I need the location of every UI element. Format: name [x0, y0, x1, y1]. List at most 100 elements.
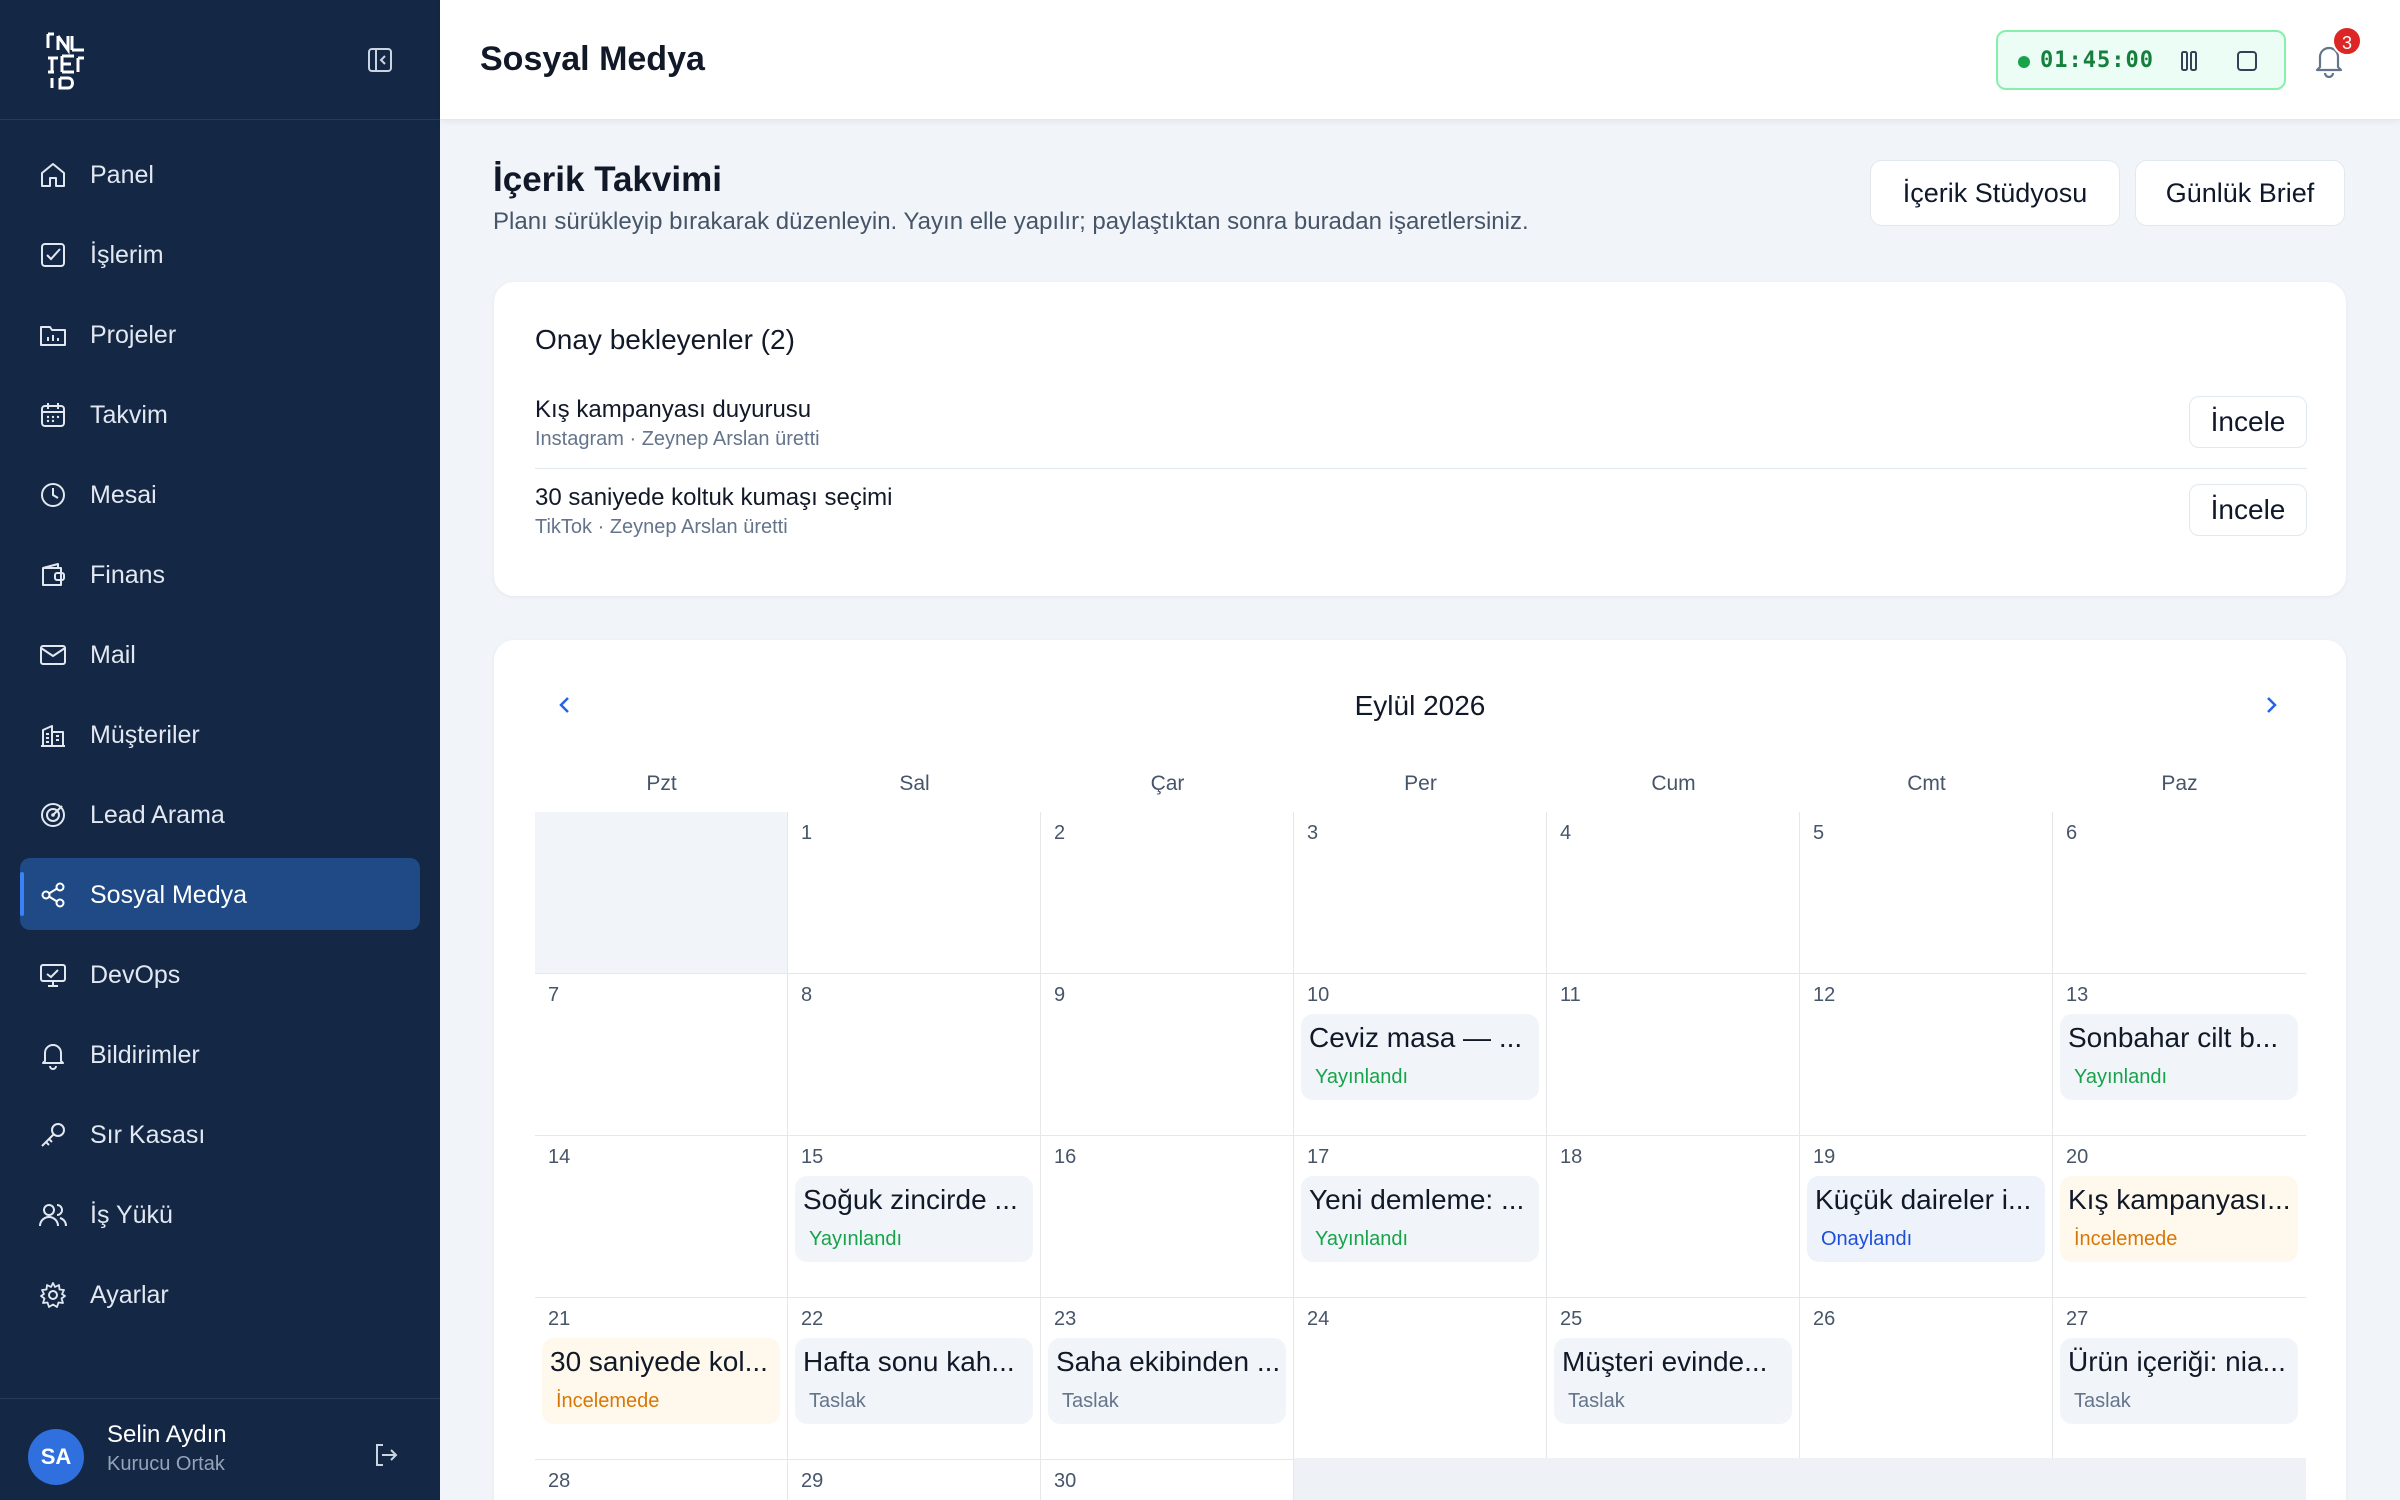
day-number: 23 — [1054, 1308, 1077, 1330]
day-number: 13 — [2066, 984, 2089, 1006]
page-subtitle: Planı sürükleyip bırakarak düzenleyin. Y… — [493, 208, 1529, 235]
calendar-day-cell[interactable]: 14 — [535, 1136, 788, 1298]
calendar-event[interactable]: Hafta sonu kah... Taslak — [795, 1338, 1033, 1424]
day-number: 1 — [801, 822, 813, 844]
event-status-badge: Onaylandı — [1821, 1228, 1913, 1250]
calendar-day-cell[interactable]: 7 — [535, 974, 788, 1136]
calendar-day-cell[interactable]: 5 — [1800, 812, 2053, 974]
event-title: Kış kampanyası... — [2068, 1184, 2291, 1215]
daily-brief-button[interactable]: Günlük Brief — [2135, 160, 2345, 226]
logout-icon[interactable] — [372, 1441, 400, 1469]
day-number: 25 — [1560, 1308, 1583, 1330]
calendar-day-cell[interactable]: 8 — [788, 974, 1041, 1136]
mail-icon — [40, 645, 66, 665]
calendar-day-cell[interactable]: 24 — [1294, 1298, 1547, 1460]
sidebar-item-sosyal-medya[interactable]: Sosyal Medya — [20, 858, 420, 930]
calendar-day-cell[interactable]: 1 — [788, 812, 1041, 974]
checkbox-icon — [41, 243, 65, 267]
calendar-day-cell[interactable]: 17 Yeni demleme: ... Yayınlandı — [1294, 1136, 1547, 1298]
calendar-event[interactable]: Ürün içeriği: nia... Taslak — [2060, 1338, 2298, 1424]
users-icon — [39, 1204, 67, 1227]
calendar-event[interactable]: Soğuk zincirde ... Yayınlandı — [795, 1176, 1033, 1262]
calendar-event[interactable]: Ceviz masa — ... Yayınlandı — [1301, 1014, 1539, 1100]
timer-value: 01:45:00 — [2040, 48, 2154, 73]
calendar-event[interactable]: Küçük daireler i... Onaylandı — [1807, 1176, 2045, 1262]
radar-icon — [41, 803, 65, 827]
calendar-day-cell[interactable]: 19 Küçük daireler i... Onaylandı — [1800, 1136, 2053, 1298]
calendar-event[interactable]: Yeni demleme: ... Yayınlandı — [1301, 1176, 1539, 1262]
calendar-day-cell[interactable]: 20 Kış kampanyası... İncelemede — [2053, 1136, 2306, 1298]
calendar-day-cell[interactable]: 13 Sonbahar cilt b... Yayınlandı — [2053, 974, 2306, 1136]
page-title: İçerik Takvimi — [493, 160, 722, 199]
sidebar: Panel İşlerim Projeler Takvim Mesai Fina… — [0, 0, 440, 1500]
event-status-badge: Yayınlandı — [2074, 1066, 2168, 1088]
event-status-badge: Taslak — [1062, 1390, 1119, 1412]
calendar-day-cell[interactable]: 27 Ürün içeriği: nia... Taslak — [2053, 1298, 2306, 1460]
sidebar-item-is-yuku[interactable]: İş Yükü — [20, 1178, 420, 1250]
calendar-day-cell[interactable]: 29 — [788, 1460, 1041, 1500]
sidebar-item-sir-kasasi[interactable]: Sır Kasası — [20, 1098, 420, 1170]
sidebar-item-mesai[interactable]: Mesai — [20, 458, 420, 530]
calendar-day-cell[interactable]: 16 — [1041, 1136, 1294, 1298]
calendar-day-cell[interactable]: 4 — [1547, 812, 1800, 974]
sidebar-item-lead-arama[interactable]: Lead Arama — [20, 778, 420, 850]
avatar[interactable]: SA — [28, 1429, 84, 1485]
sidebar-item-mail[interactable]: Mail — [20, 618, 420, 690]
sidebar-item-islerim[interactable]: İşlerim — [20, 218, 420, 290]
calendar-event[interactable]: Müşteri evinde... Taslak — [1554, 1338, 1792, 1424]
weekday-label: Paz — [2161, 772, 2198, 795]
day-number: 26 — [1813, 1308, 1836, 1330]
content-studio-button[interactable]: İçerik Stüdyosu — [1870, 160, 2120, 226]
building-icon — [41, 725, 65, 747]
approval-title: 30 saniyede koltuk kumaşı seçimi — [535, 484, 893, 511]
logo-icon — [46, 32, 84, 90]
sidebar-item-takvim[interactable]: Takvim — [20, 378, 420, 450]
user-role: Kurucu Ortak — [107, 1453, 225, 1475]
sidebar-collapse-icon[interactable] — [366, 46, 394, 74]
calendar-day-cell[interactable]: 11 — [1547, 974, 1800, 1136]
pending-approvals-card: Onay bekleyenler (2) Kış kampanyası duyu… — [494, 282, 2346, 596]
review-button[interactable]: İncele — [2189, 484, 2307, 536]
sidebar-item-devops[interactable]: DevOps — [20, 938, 420, 1010]
sidebar-item-finans[interactable]: Finans — [20, 538, 420, 610]
weekday-label: Cmt — [1907, 772, 1946, 795]
calendar-day-cell[interactable]: 23 Saha ekibinden ... Taslak — [1041, 1298, 1294, 1460]
calendar-day-cell[interactable]: 12 — [1800, 974, 2053, 1136]
sidebar-item-label: Projeler — [90, 321, 177, 349]
calendar-event[interactable]: Sonbahar cilt b... Yayınlandı — [2060, 1014, 2298, 1100]
calendar-day-cell[interactable]: 28 — [535, 1460, 788, 1500]
sidebar-item-ayarlar[interactable]: Ayarlar — [20, 1258, 420, 1330]
calendar-day-cell[interactable]: 15 Soğuk zincirde ... Yayınlandı — [788, 1136, 1041, 1298]
calendar-icon — [41, 403, 65, 427]
calendar-day-cell[interactable]: 30 — [1041, 1460, 1294, 1500]
calendar-day-cell[interactable]: 26 — [1800, 1298, 2053, 1460]
calendar-day-cell[interactable]: 25 Müşteri evinde... Taslak — [1547, 1298, 1800, 1460]
calendar-event[interactable]: Kış kampanyası... İncelemede — [2060, 1176, 2298, 1262]
sidebar-item-panel[interactable]: Panel — [20, 138, 420, 210]
home-icon — [41, 163, 65, 187]
stop-icon[interactable] — [2234, 48, 2260, 74]
content-calendar-card: Eylül 2026 Pzt Sal Çar Per Cum Cmt Paz 1234567… — [494, 640, 2346, 1500]
calendar-day-cell[interactable]: 2 — [1041, 812, 1294, 974]
event-title: Saha ekibinden ... — [1056, 1346, 1281, 1377]
chevron-right-icon[interactable] — [2258, 692, 2284, 718]
calendar-event[interactable]: 30 saniyede kol... İncelemede — [542, 1338, 780, 1424]
calendar-day-cell[interactable]: 6 — [2053, 812, 2306, 974]
sidebar-item-label: Panel — [90, 161, 154, 189]
day-number: 22 — [801, 1308, 824, 1330]
review-button[interactable]: İncele — [2189, 396, 2307, 448]
sidebar-item-musteriler[interactable]: Müşteriler — [20, 698, 420, 770]
calendar-month-title: Eylül 2026 — [1354, 690, 1486, 721]
calendar-day-cell[interactable]: 9 — [1041, 974, 1294, 1136]
calendar-day-cell[interactable]: 10 Ceviz masa — ... Yayınlandı — [1294, 974, 1547, 1136]
sidebar-item-bildirimler[interactable]: Bildirimler — [20, 1018, 420, 1090]
day-number: 7 — [548, 984, 560, 1006]
calendar-day-cell[interactable]: 22 Hafta sonu kah... Taslak — [788, 1298, 1041, 1460]
calendar-day-cell[interactable]: 21 30 saniyede kol... İncelemede — [535, 1298, 788, 1460]
pause-icon[interactable] — [2176, 48, 2202, 74]
calendar-day-cell[interactable]: 3 — [1294, 812, 1547, 974]
calendar-event[interactable]: Saha ekibinden ... Taslak — [1048, 1338, 1286, 1424]
sidebar-item-projeler[interactable]: Projeler — [20, 298, 420, 370]
calendar-day-cell[interactable]: 18 — [1547, 1136, 1800, 1298]
gear-icon — [40, 1282, 66, 1308]
